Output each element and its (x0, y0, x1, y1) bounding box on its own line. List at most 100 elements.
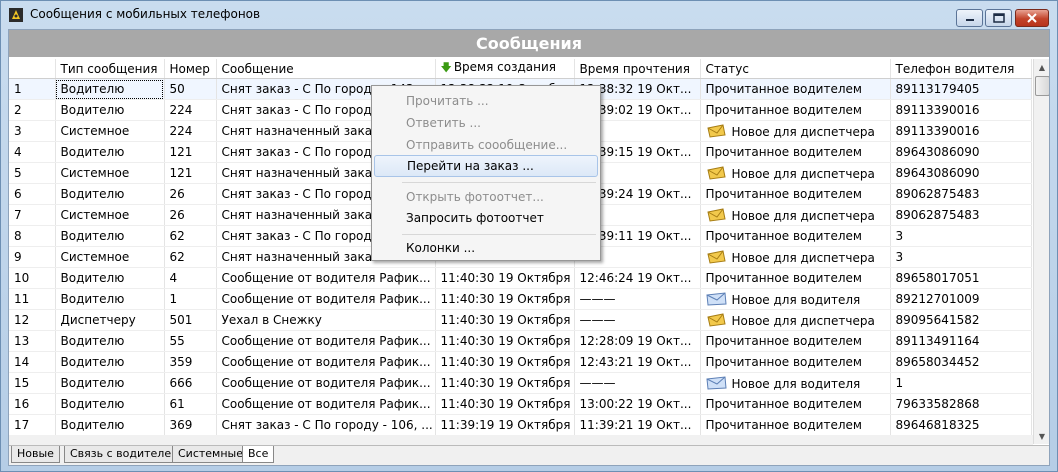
column-header-phone[interactable]: Телефон водителя (890, 59, 1032, 79)
tab-new[interactable]: Новые (11, 446, 60, 463)
cell-number: 62 (164, 225, 217, 247)
cell-status: Новое для водителя (700, 372, 891, 394)
status-text: Новое для диспетчера (731, 166, 875, 181)
minimize-button[interactable] (956, 9, 983, 27)
table-row[interactable]: 16 Водителю 61 Сообщение от водителя Рафик.… (9, 393, 1032, 415)
maximize-button[interactable] (985, 9, 1012, 27)
table-row[interactable]: 10 Водителю 4 Сообщение от водителя Рафик..… (9, 267, 1032, 289)
table-row[interactable]: 13 Водителю 55 Сообщение от водителя Рафик.… (9, 330, 1032, 352)
cell-status: Новое для диспетчера (700, 120, 891, 142)
column-header-message[interactable]: Сообщение (216, 59, 436, 79)
menu-item-columns[interactable]: Колонки ... (374, 237, 598, 259)
status-text: Новое для водителя (731, 292, 861, 307)
cell-number: 224 (164, 99, 217, 121)
scroll-up-icon[interactable]: ▲ (1034, 59, 1049, 75)
context-menu: Прочитать ... Ответить ... Отправить соо… (371, 85, 601, 261)
envelope-yellow-icon (706, 249, 726, 264)
cell-type: Водителю (55, 141, 165, 163)
maximize-icon (992, 13, 1005, 23)
cell-read: 11:39:21 19 Окт... (574, 414, 701, 436)
cell-created: 11:40:30 19 Октября (435, 309, 575, 331)
cell-type: Водителю (55, 267, 165, 289)
tab-all[interactable]: Все (242, 446, 275, 463)
menu-item-go-to-order[interactable]: Перейти на заказ ... (374, 155, 598, 177)
cell-created: 11:40:30 19 Октября (435, 267, 575, 289)
cell-phone: 89212701009 (890, 288, 1032, 310)
tab-system[interactable]: Системные (172, 446, 249, 463)
cell-type: Водителю (55, 330, 165, 352)
sort-down-icon: 🡇 (440, 61, 452, 74)
column-header-read[interactable]: Время прочтения (574, 59, 701, 79)
cell-type: Водителю (55, 225, 165, 247)
cell-type: Водителю (55, 351, 165, 373)
tab-driver-link[interactable]: Связь с водителем (64, 446, 186, 463)
cell-created: 11:40:30 19 Октября (435, 372, 575, 394)
menu-separator (402, 234, 596, 235)
menu-item-open-photo-report[interactable]: Открыть фотоотчет... (374, 186, 598, 208)
vertical-scrollbar[interactable]: ▲ ▼ (1033, 59, 1049, 444)
cell-phone: 89095641582 (890, 309, 1032, 331)
table-row[interactable]: 15 Водителю 666 Сообщение от водителя Рафик… (9, 372, 1032, 394)
table-row[interactable]: 11 Водителю 1 Сообщение от водителя Рафик..… (9, 288, 1032, 310)
cell-index: 2 (9, 99, 56, 121)
cell-type: Системное (55, 246, 165, 268)
cell-index: 5 (9, 162, 56, 184)
menu-item-read[interactable]: Прочитать ... (374, 90, 598, 112)
column-header-type[interactable]: Тип сообщения (55, 59, 165, 79)
envelope-yellow-icon (706, 123, 726, 138)
cell-message: Сообщение от водителя Рафик... (216, 372, 436, 394)
cell-created: 11:40:30 19 Октября (435, 330, 575, 352)
horizontal-scrollbar[interactable] (9, 435, 1033, 445)
cell-number: 1 (164, 288, 217, 310)
scroll-thumb[interactable] (1035, 76, 1049, 96)
cell-read: ——— (574, 288, 701, 310)
cell-status: Новое для водителя (700, 288, 891, 310)
close-button[interactable] (1015, 9, 1049, 27)
cell-phone: 89658034452 (890, 351, 1032, 373)
cell-read: 12:46:24 19 Окт... (574, 267, 701, 289)
cell-type: Системное (55, 204, 165, 226)
cell-number: 62 (164, 246, 217, 268)
cell-status: Прочитанное водителем (700, 183, 891, 205)
window-title: Сообщения с мобильных телефонов (30, 7, 261, 21)
cell-number: 121 (164, 141, 217, 163)
scroll-down-icon[interactable]: ▼ (1034, 428, 1049, 444)
cell-status: Новое для диспетчера (700, 246, 891, 268)
cell-read: ——— (574, 309, 701, 331)
envelope-blue-icon (705, 291, 727, 306)
cell-number: 224 (164, 120, 217, 142)
cell-phone: 89658017051 (890, 267, 1032, 289)
menu-item-reply[interactable]: Ответить ... (374, 112, 598, 134)
cell-index: 15 (9, 372, 56, 394)
cell-status: Прочитанное водителем (700, 414, 891, 436)
table-header-row: Тип сообщения Номер Сообщение 🡇 Время соз… (9, 59, 1032, 79)
cell-message: Уехал в Снежку (216, 309, 436, 331)
minimize-icon (965, 19, 974, 21)
cell-index: 6 (9, 183, 56, 205)
menu-item-send-message[interactable]: Отправить соообщение... (374, 134, 598, 156)
cell-type: Водителю (55, 288, 165, 310)
table-row[interactable]: 17 Водителю 369 Снят заказ - С По городу - … (9, 414, 1032, 436)
cell-index: 13 (9, 330, 56, 352)
cell-number: 26 (164, 204, 217, 226)
table-row[interactable]: 12 Диспетчеру 501 Уехал в Снежку 11:40:30 19… (9, 309, 1032, 331)
table-row[interactable]: 14 Водителю 359 Сообщение от водителя Рафик… (9, 351, 1032, 373)
menu-item-request-photo-report[interactable]: Запросить фотоотчет (374, 207, 598, 229)
column-header-index[interactable] (9, 59, 56, 79)
title-bar[interactable]: Сообщения с мобильных телефонов (1, 1, 1057, 29)
cell-status: Прочитанное водителем (700, 78, 891, 100)
envelope-yellow-icon (706, 165, 726, 180)
column-header-status[interactable]: Статус (700, 59, 891, 79)
cell-read: ——— (574, 372, 701, 394)
cell-index: 9 (9, 246, 56, 268)
envelope-yellow-icon (706, 312, 726, 327)
column-header-created[interactable]: 🡇 Время создания (435, 59, 575, 79)
cell-index: 11 (9, 288, 56, 310)
cell-status: Новое для диспетчера (700, 309, 891, 331)
cell-phone: 89062875483 (890, 204, 1032, 226)
cell-message: Сообщение от водителя Рафик... (216, 351, 436, 373)
column-header-number[interactable]: Номер (164, 59, 217, 79)
cell-type: Диспетчеру (55, 309, 165, 331)
cell-read: 12:28:09 19 Окт... (574, 330, 701, 352)
cell-type: Водителю (55, 372, 165, 394)
